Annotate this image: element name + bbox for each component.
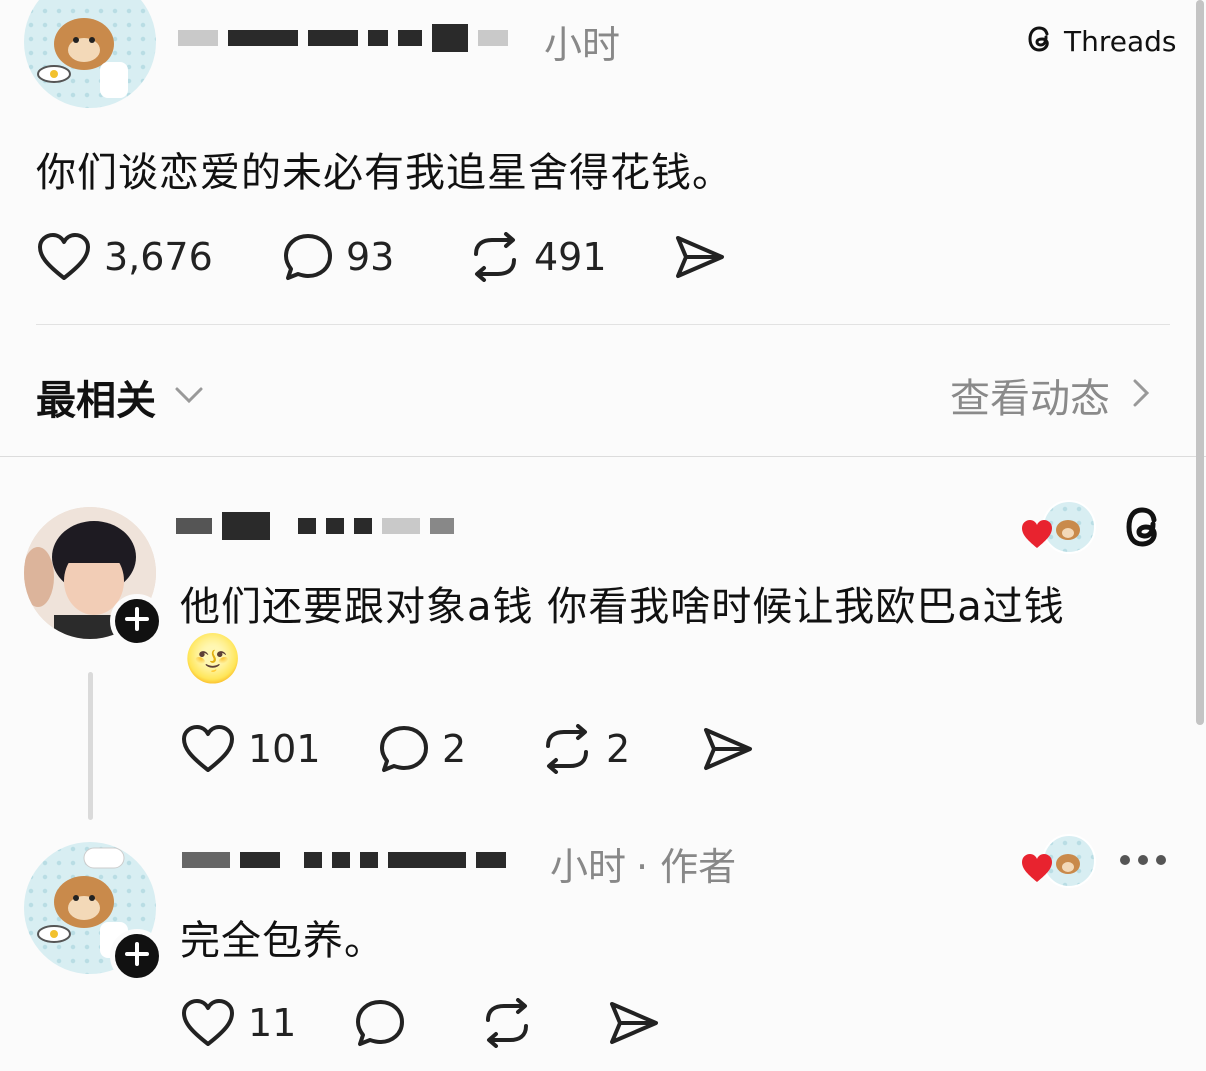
- threads-brand[interactable]: Threads: [1024, 22, 1177, 60]
- heart-filled-icon: [1020, 852, 1054, 888]
- reply-comment-count: 2: [442, 727, 467, 771]
- liked-by-author-indicator: [1020, 500, 1096, 554]
- send-icon: [672, 232, 726, 282]
- follow-button[interactable]: [110, 929, 164, 983]
- author-reply-time-text: 小时: [550, 845, 627, 889]
- reply-body: 他们还要跟对象a钱 你看我啥时候让我欧巴a过钱: [180, 584, 1065, 630]
- heart-icon: [180, 998, 236, 1048]
- comment-bubble-icon: [354, 998, 406, 1048]
- post-comment-count: 93: [346, 235, 395, 279]
- sort-label: 最相关: [36, 378, 156, 424]
- plus-icon: [124, 606, 150, 636]
- author-reply-like-button[interactable]: 11: [180, 998, 296, 1048]
- chevron-right-icon: [1132, 377, 1150, 413]
- reply-repost-button[interactable]: 2: [540, 724, 630, 774]
- heart-filled-icon: [1020, 518, 1054, 554]
- reply-like-button[interactable]: 101: [180, 724, 321, 774]
- author-reply-repost-button[interactable]: [480, 998, 534, 1048]
- heart-icon: [180, 724, 236, 774]
- post-author-name[interactable]: [178, 24, 508, 52]
- reply-like-count: 101: [248, 727, 321, 771]
- moon-face-emoji: 🌝: [184, 631, 242, 685]
- author-tag: · 作者: [636, 845, 737, 889]
- post-time: 小时: [544, 23, 621, 67]
- follow-button[interactable]: [110, 594, 164, 648]
- post-author-avatar[interactable]: [24, 0, 156, 108]
- post-divider: [36, 324, 1170, 325]
- author-reply-like-count: 11: [248, 1001, 297, 1045]
- more-icon[interactable]: [1118, 852, 1168, 872]
- plus-icon: [124, 941, 150, 971]
- liked-by-author-indicator: [1020, 834, 1096, 888]
- heart-icon: [36, 232, 92, 282]
- threads-brand-label: Threads: [1064, 24, 1177, 58]
- author-reply-share-button[interactable]: [606, 998, 660, 1048]
- threads-logo-icon[interactable]: [1120, 502, 1166, 556]
- chevron-down-icon: [174, 385, 204, 409]
- threads-logo-icon: [1024, 22, 1056, 60]
- repost-icon: [480, 998, 534, 1048]
- post-repost-button[interactable]: 491: [468, 232, 607, 282]
- author-reply-name[interactable]: [182, 846, 506, 874]
- author-reply-body: 完全包养。: [180, 918, 385, 964]
- reply-share-button[interactable]: [700, 724, 754, 774]
- send-icon: [606, 998, 660, 1048]
- author-reply-time: 小时 · 作者: [550, 836, 736, 891]
- view-activity-link[interactable]: 查看动态: [950, 366, 1150, 424]
- reply-author-name[interactable]: [176, 512, 454, 540]
- repost-icon: [468, 232, 522, 282]
- scrollbar[interactable]: [1196, 0, 1204, 725]
- thread-line: [88, 672, 93, 820]
- post-like-button[interactable]: 3,676: [36, 232, 213, 282]
- reply-comment-button[interactable]: 2: [378, 724, 466, 774]
- post-comment-button[interactable]: 93: [282, 232, 394, 282]
- comment-bubble-icon: [378, 724, 430, 774]
- post-body: 你们谈恋爱的未必有我追星舍得花钱。: [36, 150, 733, 196]
- reply-repost-count: 2: [606, 727, 631, 771]
- sort-dropdown[interactable]: 最相关: [36, 368, 204, 426]
- view-activity-label: 查看动态: [950, 376, 1110, 422]
- section-divider: [0, 456, 1206, 457]
- author-reply-comment-button[interactable]: [354, 998, 406, 1048]
- post-repost-count: 491: [534, 235, 607, 279]
- post-share-button[interactable]: [672, 232, 726, 282]
- post-like-count: 3,676: [104, 235, 213, 279]
- repost-icon: [540, 724, 594, 774]
- comment-bubble-icon: [282, 232, 334, 282]
- send-icon: [700, 724, 754, 774]
